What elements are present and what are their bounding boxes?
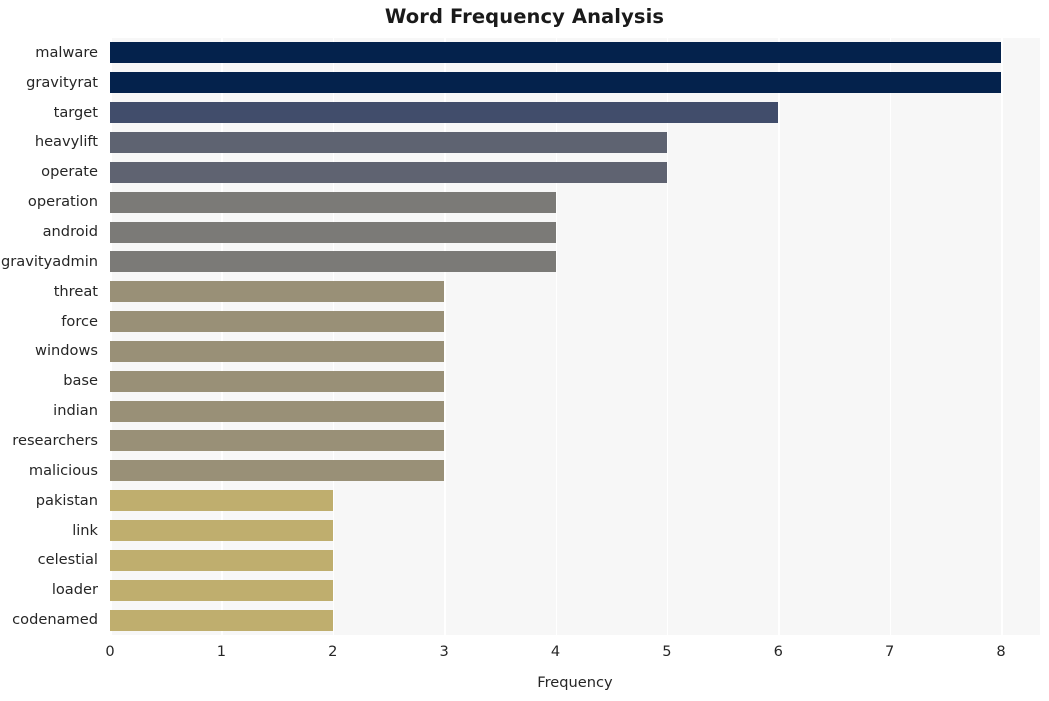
y-tick-label: researchers	[12, 431, 98, 449]
bar	[110, 281, 445, 303]
x-tick-label: 2	[328, 643, 338, 660]
y-tick-label: link	[72, 521, 98, 539]
y-tick-label: target	[53, 103, 98, 121]
x-tick-label: 6	[773, 643, 783, 660]
x-tick-label: 3	[439, 643, 449, 660]
bar	[110, 311, 445, 333]
y-tick-label: gravityrat	[26, 73, 98, 91]
y-tick-label: pakistan	[35, 491, 98, 509]
plot-area	[110, 38, 1040, 635]
y-tick-label: indian	[53, 402, 98, 420]
bar	[110, 520, 333, 542]
bar	[110, 460, 445, 482]
chart-figure: Word Frequency Analysis malware gravityra…	[0, 0, 1049, 701]
y-tick-label: codenamed	[12, 611, 98, 629]
bar	[110, 161, 667, 183]
y-tick-label: loader	[51, 581, 98, 599]
bar	[110, 340, 445, 362]
y-tick-label: heavylift	[34, 133, 98, 151]
y-tick-label: operation	[27, 193, 98, 211]
x-tick-label: 8	[996, 643, 1006, 660]
x-axis-label: Frequency	[537, 674, 613, 691]
bar	[110, 72, 1002, 94]
bar	[110, 490, 333, 512]
y-tick-label: android	[42, 223, 98, 241]
y-tick-label: windows	[35, 342, 98, 360]
bar	[110, 400, 445, 422]
bar	[110, 251, 556, 273]
bar	[110, 430, 445, 452]
bar	[110, 102, 779, 124]
bar	[110, 549, 333, 571]
y-tick-label: malware	[35, 43, 98, 61]
y-axis-tick-labels: malware gravityrat target heavylift operate o…	[0, 38, 104, 635]
bar	[110, 191, 556, 213]
x-axis-tick-labels: 0 1 2 3 4 5 6 7 8	[0, 643, 1049, 671]
y-tick-label: gravityadmin	[1, 252, 98, 270]
y-tick-label: malicious	[28, 461, 98, 479]
bar-series	[110, 38, 1040, 635]
y-tick-label: force	[61, 312, 98, 330]
y-tick-label: base	[63, 372, 98, 390]
bar	[110, 42, 1002, 64]
bar	[110, 370, 445, 392]
y-tick-label: celestial	[37, 551, 98, 569]
chart-title: Word Frequency Analysis	[384, 5, 665, 28]
x-tick-label: 1	[216, 643, 227, 660]
x-tick-label: 5	[662, 643, 672, 660]
x-tick-label: 4	[550, 643, 561, 660]
x-tick-label: 7	[884, 643, 895, 660]
y-tick-label: threat	[53, 282, 98, 300]
bar	[110, 579, 333, 601]
bar	[110, 131, 667, 153]
bar	[110, 609, 333, 631]
bar	[110, 221, 556, 243]
y-tick-label: operate	[41, 163, 98, 181]
x-tick-label: 0	[105, 643, 115, 660]
